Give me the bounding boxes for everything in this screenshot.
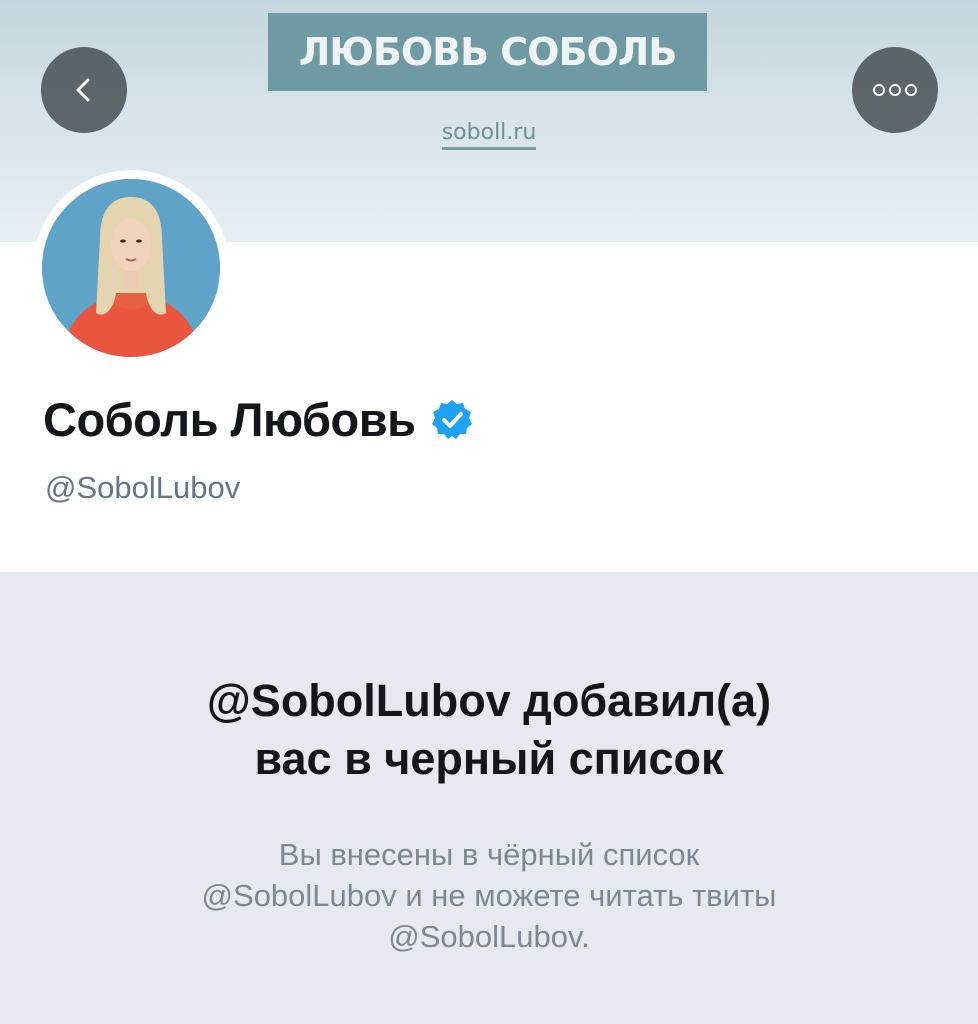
more-button[interactable] bbox=[852, 47, 938, 133]
blocked-desc-line2: @SobolLubov и не можете читать твиты bbox=[201, 878, 777, 913]
profile-name-row: Соболь Любовь bbox=[43, 392, 474, 447]
verified-badge-icon bbox=[431, 399, 472, 439]
avatar-image bbox=[42, 179, 220, 357]
blocked-title-line1: @SobolLubov добавил(а) bbox=[206, 675, 772, 726]
banner-url-text: soboll.ru bbox=[441, 120, 537, 150]
more-horizontal-icon bbox=[873, 84, 917, 96]
profile-handle: @SobolLubov bbox=[45, 470, 241, 505]
blocked-title: @SobolLubov добавил(а) вас в черный спис… bbox=[0, 672, 978, 788]
blocked-description: Вы внесены в чёрный список @SobolLubov и… bbox=[0, 834, 978, 957]
profile-name: Соболь Любовь bbox=[43, 393, 416, 446]
blocked-notice: @SobolLubov добавил(а) вас в черный спис… bbox=[0, 572, 978, 1024]
blocked-title-line2: вас в черный список bbox=[254, 733, 724, 784]
blocked-desc-line3: @SobolLubov. bbox=[388, 919, 590, 954]
banner-title: ЛЮБОВЬ СОБОЛЬ bbox=[268, 13, 707, 91]
avatar[interactable] bbox=[33, 170, 229, 366]
back-button[interactable] bbox=[41, 47, 127, 133]
banner-url: soboll.ru bbox=[0, 120, 978, 150]
chevron-left-icon bbox=[76, 78, 90, 102]
blocked-desc-line1: Вы внесены в чёрный список bbox=[278, 837, 700, 872]
